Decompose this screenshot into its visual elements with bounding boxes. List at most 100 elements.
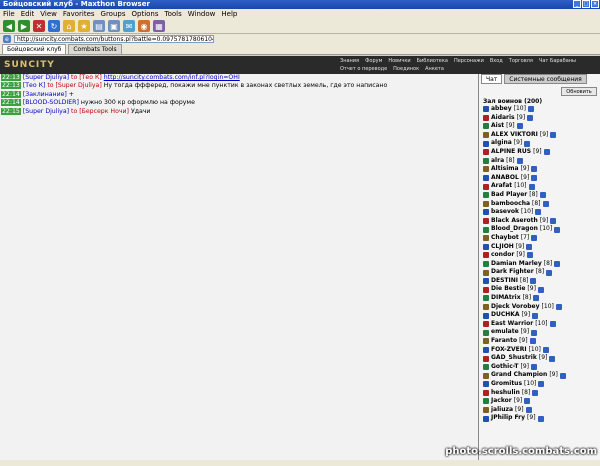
info-icon[interactable] [559,372,566,379]
player-name[interactable]: ANABOL [491,174,519,183]
player-name[interactable]: Faranto [491,337,517,346]
player-name[interactable]: heshulin [491,389,520,398]
player-item[interactable]: Bad Player [8] [479,191,600,200]
link-chat[interactable]: Чат Барабаны [539,57,576,65]
link-newbies[interactable]: Новички [388,57,410,65]
player-item[interactable]: condor [9] [479,251,600,260]
print-icon[interactable]: ▤ [93,20,105,32]
player-item[interactable]: Djeck Vorobey [10] [479,303,600,312]
link-battle[interactable]: Поединок [393,65,419,73]
stop-icon[interactable]: ✕ [33,20,45,32]
player-name[interactable]: Grand Champion [491,371,547,380]
info-icon[interactable] [524,398,531,405]
minimize-icon[interactable]: _ [573,0,581,8]
tab-chat[interactable]: Чат [481,74,503,84]
player-item[interactable]: heshulin [8] [479,389,600,398]
link-characters[interactable]: Персонажи [454,57,484,65]
back-icon[interactable]: ◀ [3,20,15,32]
player-item[interactable]: basevok [10] [479,208,600,217]
info-icon[interactable] [542,346,549,353]
menu-window[interactable]: Window [188,9,216,19]
player-name[interactable]: Aidaris [491,114,515,123]
chat-nick[interactable]: [Super Djuliya] [23,108,69,115]
info-icon[interactable] [535,209,542,216]
info-icon[interactable] [529,338,536,345]
player-item[interactable]: Gothic-T [9] [479,363,600,372]
info-icon[interactable] [542,200,549,207]
player-name[interactable]: DESTINI [491,277,518,286]
player-item[interactable]: Black Aseroth [9] [479,217,600,226]
info-icon[interactable] [531,166,538,173]
player-name[interactable]: Bad Player [491,191,527,200]
info-icon[interactable] [538,381,545,388]
info-icon[interactable] [549,321,556,328]
player-item[interactable]: Altisima [9] [479,165,600,174]
chat-recipient[interactable]: to [Берсерк Ночи] [71,108,129,115]
info-icon[interactable] [546,269,553,276]
info-icon[interactable] [537,415,544,422]
screenshot-icon[interactable]: ▦ [153,20,165,32]
info-icon[interactable] [539,192,546,199]
info-icon[interactable] [550,218,557,225]
favorites-icon[interactable]: ★ [78,20,90,32]
info-icon[interactable] [543,149,550,156]
info-icon[interactable] [530,278,537,285]
info-icon[interactable] [537,286,544,293]
chat-recipient[interactable]: to [Super Djuliya] [47,82,101,89]
chat-nick[interactable]: [BLOOD-SOLDIER] [23,99,79,106]
info-icon[interactable] [526,243,533,250]
player-name[interactable]: Jackor [491,397,512,406]
player-item[interactable]: FOX-ZVERI [10] [479,346,600,355]
player-item[interactable]: JPhilip Fry [9] [479,414,600,423]
info-icon[interactable] [533,295,540,302]
rss-icon[interactable]: ◉ [138,20,150,32]
player-name[interactable]: CLJIOH [491,243,514,252]
info-icon[interactable] [555,303,562,310]
player-name[interactable]: basevok [491,208,519,217]
info-icon[interactable] [516,157,523,164]
info-icon[interactable] [531,235,538,242]
email-icon[interactable]: ✉ [123,20,135,32]
player-name[interactable]: Blood_Dragon [491,225,538,234]
player-item[interactable]: alra [8] [479,157,600,166]
player-item[interactable]: emulate [9] [479,328,600,337]
player-item[interactable]: Jackor [9] [479,397,600,406]
info-icon[interactable] [531,364,538,371]
player-name[interactable]: Gothic-T [491,363,519,372]
info-icon[interactable] [527,114,534,121]
tab-combats-tools[interactable]: Combats Tools [68,44,122,54]
link-library[interactable]: Библиотека [417,57,448,65]
player-item[interactable]: Die Bestie [9] [479,285,600,294]
link-trade[interactable]: Торговля [509,57,533,65]
player-item[interactable]: abbey [10] [479,105,600,114]
player-name[interactable]: Gromitus [491,380,522,389]
menu-help[interactable]: Help [221,9,237,19]
player-item[interactable]: CLJIOH [9] [479,243,600,252]
info-icon[interactable] [549,355,556,362]
menu-groups[interactable]: Groups [101,9,126,19]
link-transfer-report[interactable]: Отчет о переводе [340,65,387,73]
player-item[interactable]: Grand Champion [9] [479,371,600,380]
player-item[interactable]: GAD_Shustrik [9] [479,354,600,363]
menu-view[interactable]: View [40,9,57,19]
info-icon[interactable] [554,260,561,267]
url-input[interactable] [14,35,214,43]
player-name[interactable]: condor [491,251,514,260]
player-name[interactable]: FOX-ZVERI [491,346,527,355]
player-name[interactable]: bamboocha [491,200,530,209]
info-icon[interactable] [532,312,539,319]
player-item[interactable]: Chaybot [7] [479,234,600,243]
menu-options[interactable]: Options [132,9,159,19]
chat-nick[interactable]: [Super Djuliya] [23,74,69,81]
player-item[interactable]: Damian Marley [8] [479,260,600,269]
player-item[interactable]: Aidaris [9] [479,114,600,123]
player-item[interactable]: DESTINI [8] [479,277,600,286]
player-name[interactable]: Damian Marley [491,260,542,269]
tab-fight-club[interactable]: Бойцовский клуб [2,44,67,54]
player-name[interactable]: ALPINE RUS [491,148,531,157]
player-name[interactable]: Chaybot [491,234,519,243]
menu-file[interactable]: File [3,9,15,19]
player-item[interactable]: algina [9] [479,139,600,148]
refresh-button[interactable]: Обновить [561,87,597,96]
close-icon[interactable]: × [591,0,599,8]
